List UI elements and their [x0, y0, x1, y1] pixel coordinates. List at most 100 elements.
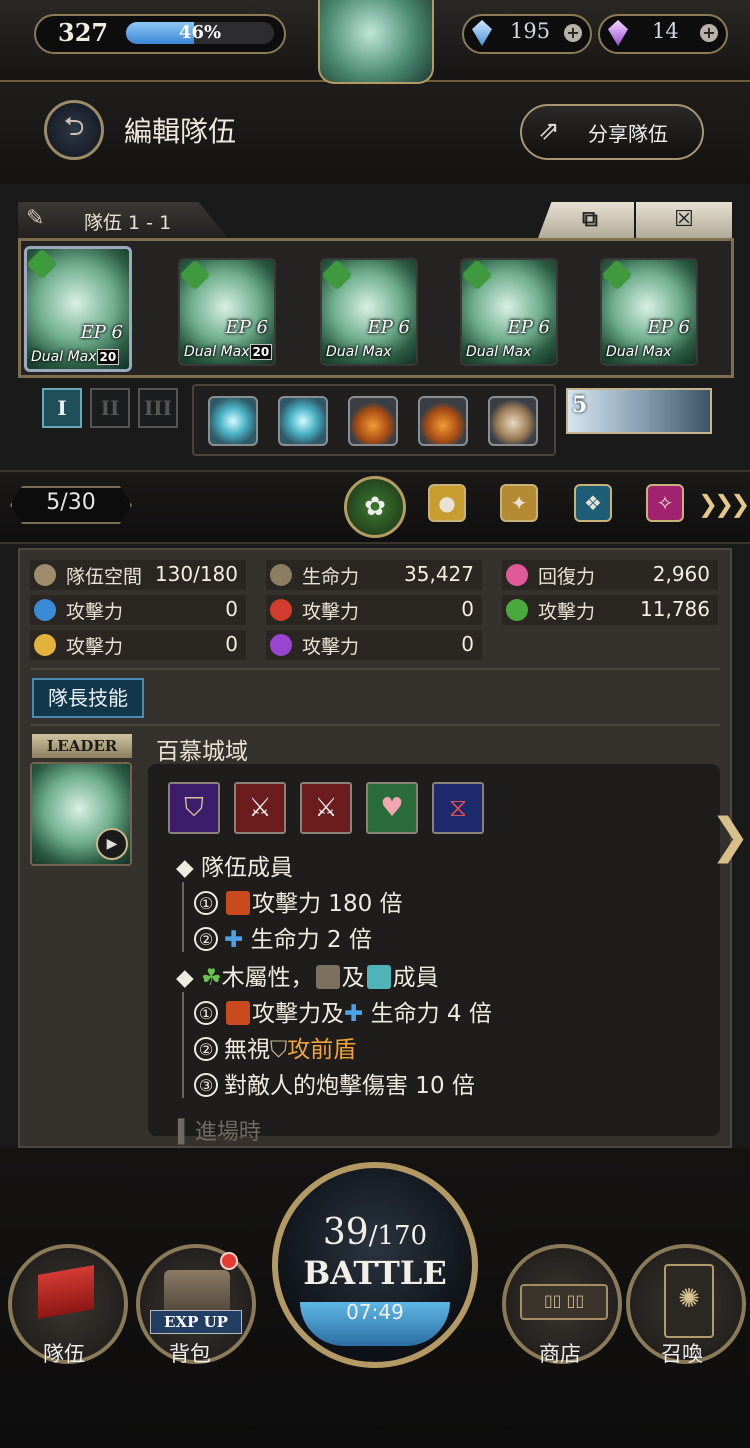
card-dual-max: Dual Max — [606, 344, 672, 360]
stat-label: 生命力 — [302, 566, 360, 588]
team-name: 隊伍 1 - 1 — [84, 212, 172, 234]
team-card-5[interactable]: EP 6 Dual Max — [600, 258, 698, 366]
human-filter-button[interactable]: ● — [428, 484, 466, 522]
sword-up-icon: ⚔ — [234, 782, 286, 834]
team-card-2[interactable]: EP 6 Dual Max 20 — [178, 258, 276, 366]
guardian-card[interactable] — [566, 388, 712, 434]
summon-card-icon: ✺ — [664, 1264, 714, 1338]
beast-icon: ✦ — [510, 491, 528, 515]
skill-line-5: ③ 對敵人的炮擊傷害 10 倍 — [194, 1066, 475, 1100]
skill-line-3: ① 攻擊力及✚ 生命力 4 倍 — [194, 994, 492, 1028]
skill-line-2: ② ✚ 生命力 2 倍 — [194, 920, 372, 954]
wood-element-icon — [27, 249, 58, 280]
wood-element-icon — [462, 260, 493, 291]
tree-line — [182, 992, 184, 1098]
red-flag-icon — [38, 1265, 94, 1319]
more-filters-chevron-icon[interactable]: ❯❯❯ — [698, 490, 750, 518]
card-skill-level: 20 — [96, 349, 120, 365]
leader-badge: LEADER — [32, 734, 132, 758]
add-blue-gem-button[interactable]: + — [564, 24, 582, 42]
stamina-timer: 07:49 — [346, 1300, 404, 1324]
card-dual-max: Dual Max — [326, 344, 392, 360]
skill-line-header-1: ◆ 隊伍成員 — [176, 855, 293, 881]
guardian-number: 5 — [572, 392, 588, 418]
human-head-icon: ● — [438, 491, 456, 515]
dark-icon — [270, 634, 292, 656]
card-ep: EP 6 — [80, 322, 123, 343]
copy-icon: ⧉ — [582, 207, 598, 232]
fire-icon — [270, 599, 292, 621]
wood-element-icon — [322, 260, 353, 291]
crystal-item-icon[interactable] — [208, 396, 258, 446]
exp-up-badge: EXP UP — [150, 1310, 242, 1334]
stat-recovery: 回復力 2,960 — [502, 560, 718, 590]
water-icon — [34, 599, 56, 621]
stat-label: 攻擊力 — [302, 601, 360, 623]
player-avatar[interactable] — [318, 0, 434, 84]
wood-icon — [506, 599, 528, 621]
demon-icon: ✧ — [656, 491, 674, 515]
stat-value: 11,786 — [640, 597, 710, 621]
team-card-3[interactable]: EP 6 Dual Max — [320, 258, 418, 366]
pumpkin-item-icon[interactable] — [348, 396, 398, 446]
leader-skill-name: 百慕城域 — [156, 739, 248, 765]
formation-button-1[interactable]: I — [42, 388, 82, 428]
card-ep: EP 6 — [507, 317, 550, 338]
purple-gem-count: 14 — [652, 19, 679, 43]
card-ep: EP 6 — [367, 317, 410, 338]
bag-nav-label: 背包 — [169, 1342, 211, 1366]
stat-team-space: 隊伍空間 130/180 — [30, 560, 246, 590]
stat-value: 0 — [225, 632, 238, 656]
stat-label: 攻擊力 — [538, 601, 596, 623]
play-icon[interactable]: ▶ — [96, 828, 128, 860]
team-card-leader[interactable]: EP 6 Dual Max 20 — [24, 246, 132, 372]
formation-button-2[interactable]: II — [90, 388, 130, 428]
page-title: 編輯隊伍 — [124, 115, 237, 148]
skill-line-1: ① 攻擊力 180 倍 — [194, 884, 403, 918]
card-dual-max: Dual Max 20 — [31, 349, 120, 365]
shop-sign-icon: ▯▯ ▯▯ — [520, 1284, 608, 1320]
rose-icon: ✿ — [364, 492, 386, 522]
pumpkin-item-icon[interactable] — [418, 396, 468, 446]
stat-dark-attack: 攻擊力 0 — [266, 630, 482, 660]
stat-value: 2,960 — [652, 562, 710, 586]
stat-value: 130/180 — [154, 562, 238, 586]
team-count: 5/30 — [46, 490, 96, 515]
stat-light-attack: 攻擊力 0 — [30, 630, 246, 660]
stat-value: 0 — [461, 597, 474, 621]
plus-icon: ✚ — [344, 1001, 364, 1027]
add-purple-gem-button[interactable]: + — [700, 24, 718, 42]
beast-filter-button[interactable]: ✦ — [500, 484, 538, 522]
clear-team-button[interactable]: ☒ — [636, 202, 732, 238]
edit-pen-icon: ✎ — [26, 206, 45, 231]
card-skill-level: 20 — [249, 344, 273, 360]
rose-filter-button[interactable]: ✿ — [344, 476, 406, 538]
back-button[interactable]: ⮌ — [44, 100, 104, 160]
formation-button-3[interactable]: III — [138, 388, 178, 428]
treasure-chest-item-icon[interactable] — [488, 396, 538, 446]
xp-percent: 46% — [178, 22, 222, 43]
close-icon: ☒ — [674, 207, 694, 232]
team-card-4[interactable]: EP 6 Dual Max — [460, 258, 558, 366]
shop-nav-label: 商店 — [539, 1342, 581, 1366]
attack-up-icon — [226, 891, 250, 915]
leader-skill-tab[interactable]: 隊長技能 — [32, 678, 144, 718]
skill-line-faded: ▍進場時 — [178, 1120, 261, 1145]
crystal-item-icon[interactable] — [278, 396, 328, 446]
stamina-count: 39/170 — [322, 1212, 428, 1253]
tree-line — [182, 882, 184, 952]
team-nav-label: 隊伍 — [43, 1342, 85, 1366]
wood-element-icon — [602, 260, 633, 291]
plus-icon: ✚ — [224, 927, 244, 953]
shield-icon: ⛉ — [270, 1037, 288, 1063]
sword-up-icon: ⚔ — [300, 782, 352, 834]
flag-icon — [34, 564, 56, 586]
copy-team-button[interactable]: ⧉ — [538, 202, 634, 238]
paw-filter-button[interactable]: ❖ — [574, 484, 612, 522]
next-arrow-icon[interactable]: ❯ — [710, 808, 750, 864]
demon-filter-button[interactable]: ✧ — [646, 484, 684, 522]
heart-icon — [506, 564, 528, 586]
battle-label: BATTLE — [303, 1254, 447, 1292]
paw-icon: ❖ — [584, 491, 602, 515]
heart-icon: ♥ — [366, 782, 418, 834]
